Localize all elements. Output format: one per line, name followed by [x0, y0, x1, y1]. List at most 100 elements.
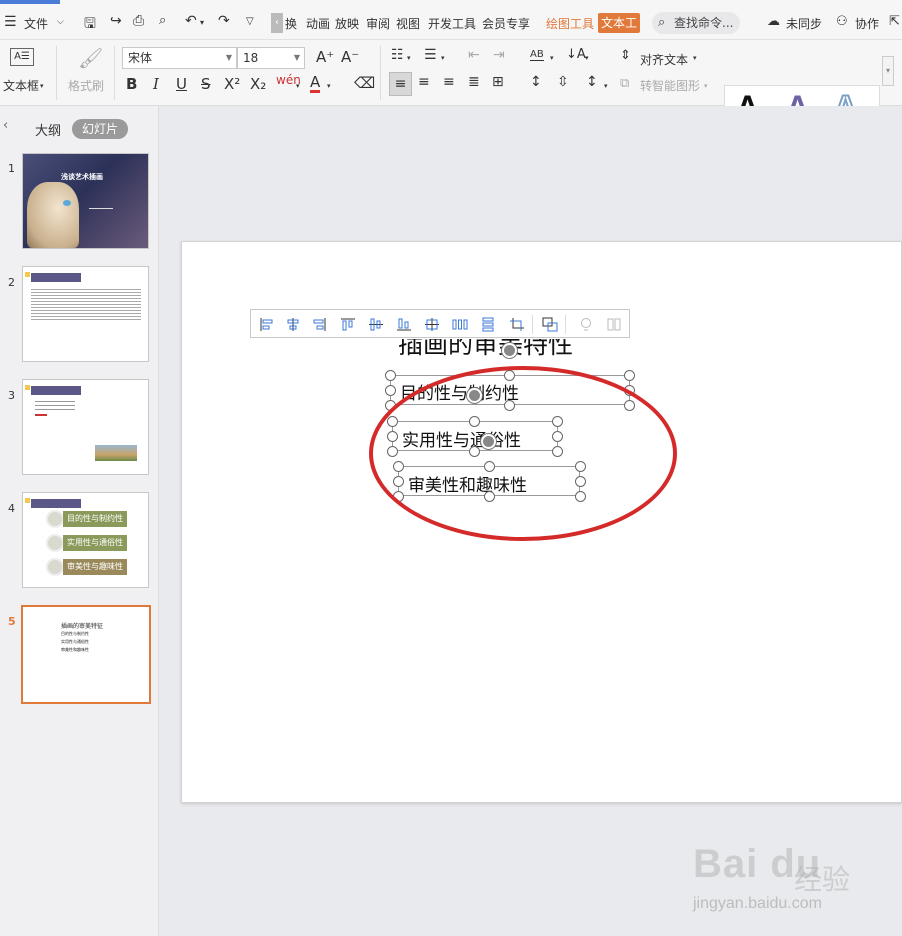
spacing-options-icon[interactable]: ↕: [586, 74, 598, 90]
scroll-left-icon[interactable]: ‹: [271, 13, 283, 33]
font-name-select[interactable]: 宋体 ▼: [122, 47, 237, 69]
resize-handle[interactable]: [624, 370, 635, 381]
tab-member[interactable]: 会员专享: [482, 15, 530, 32]
distribute-vertical-icon[interactable]: [480, 317, 496, 332]
slide-thumbnail-1[interactable]: 浅谈艺术插画: [22, 153, 149, 249]
print-preview-icon[interactable]: ⌕: [159, 13, 166, 28]
font-color-dropdown-icon[interactable]: ▾: [327, 82, 331, 90]
cloud-icon[interactable]: ☁: [767, 14, 780, 29]
tab-outline[interactable]: 大纲: [35, 120, 61, 139]
collab-button[interactable]: 协作: [855, 15, 879, 32]
bullet-list-icon[interactable]: ☷: [391, 47, 404, 63]
sort-icon[interactable]: ↓A: [566, 47, 586, 62]
style-gallery-scroll[interactable]: ▾: [882, 56, 894, 86]
undo-dropdown-icon[interactable]: ▾: [200, 18, 204, 27]
brush-icon[interactable]: 🖌: [78, 46, 103, 70]
collapse-panel-icon[interactable]: ‹: [3, 118, 8, 133]
distribute-button[interactable]: ⊞: [492, 74, 504, 90]
chevron-down-icon[interactable]: ⌵: [57, 17, 64, 27]
save-icon[interactable]: 🖫: [84, 13, 96, 37]
share-icon[interactable]: ↪: [110, 13, 122, 29]
justify-button[interactable]: ≣: [468, 74, 480, 90]
align-center-both-icon[interactable]: [424, 317, 440, 332]
menu-file[interactable]: 文件: [24, 15, 48, 32]
print-icon[interactable]: ⎙: [133, 13, 144, 29]
align-left-button[interactable]: ≡: [389, 72, 412, 96]
subscript-icon[interactable]: X₂: [250, 75, 266, 93]
tab-view[interactable]: 视图: [396, 15, 420, 32]
command-search[interactable]: ⌕ 查找命令...: [652, 12, 740, 34]
tab-slides[interactable]: 幻灯片: [72, 119, 128, 139]
align-bottom-icon[interactable]: [396, 317, 412, 332]
crop-icon[interactable]: [509, 317, 525, 332]
align-right-button[interactable]: ≡: [443, 74, 455, 90]
textbox-button[interactable]: 文本框: [3, 77, 39, 94]
slide-thumbnail-3[interactable]: [22, 379, 149, 475]
shrink-font-icon[interactable]: A⁻: [341, 48, 359, 66]
spacing-dropdown-icon[interactable]: ▾: [604, 82, 608, 90]
align-top-icon[interactable]: [340, 317, 356, 332]
tab-developer[interactable]: 开发工具: [428, 15, 476, 32]
split-icon[interactable]: [606, 317, 622, 332]
align-center-h-icon[interactable]: [285, 317, 301, 332]
align-right-icon[interactable]: [311, 317, 327, 332]
rotate-handle-icon[interactable]: [502, 343, 517, 358]
textbox-dropdown-icon[interactable]: ▾: [40, 82, 44, 90]
distribute-horizontal-icon[interactable]: [452, 317, 468, 332]
align-text-button[interactable]: 对齐文本: [640, 51, 688, 68]
paragraph-spacing-icon[interactable]: ⇳: [557, 74, 569, 90]
numbered-dropdown-icon[interactable]: ▾: [441, 54, 445, 62]
tab-transition[interactable]: 换: [285, 15, 297, 32]
slide-thumbnail-4[interactable]: 目的性与制约性 实用性与通俗性 审美性与趣味性: [22, 492, 149, 588]
pinyin-dropdown-icon[interactable]: ▾: [296, 82, 300, 90]
font-size-select[interactable]: 18 ▼: [237, 47, 305, 69]
resize-handle[interactable]: [385, 370, 396, 381]
resize-handle[interactable]: [385, 385, 396, 396]
align-text-dropdown-icon[interactable]: ▾: [693, 54, 697, 62]
hamburger-menu-icon[interactable]: ☰: [4, 14, 17, 30]
align-left-icon[interactable]: [259, 317, 275, 332]
tab-animation[interactable]: 动画: [306, 15, 330, 32]
collab-user-icon[interactable]: ⚇: [836, 14, 848, 29]
group-icon[interactable]: [542, 317, 558, 332]
tab-drawing-tools[interactable]: 绘图工具: [546, 15, 594, 32]
slide-thumbnail-5[interactable]: 插画的审美特征 目的性与制约性 实用性与通俗性 审美性和趣味性: [21, 605, 151, 704]
smart-shape-icon[interactable]: ⧉: [620, 76, 629, 91]
font-color-icon[interactable]: A: [310, 74, 321, 93]
decrease-indent-icon[interactable]: ⇤: [468, 47, 480, 63]
sort-dropdown-icon[interactable]: ▾: [585, 54, 589, 62]
bold-button[interactable]: B: [126, 75, 137, 93]
more-icon[interactable]: ▽: [246, 16, 254, 27]
text-direction-icon[interactable]: AB: [530, 49, 544, 61]
superscript-icon[interactable]: X²: [224, 75, 240, 93]
clear-format-icon[interactable]: ⌫: [354, 74, 375, 92]
numbered-list-icon[interactable]: ☰: [424, 47, 437, 63]
slide-thumbnail-2[interactable]: [22, 266, 149, 362]
italic-button[interactable]: I: [153, 75, 159, 93]
tab-review[interactable]: 审阅: [366, 15, 390, 32]
text-direction-dropdown-icon[interactable]: ▾: [550, 54, 554, 62]
increase-indent-icon[interactable]: ⇥: [493, 47, 505, 63]
underline-button[interactable]: U: [176, 75, 187, 93]
strikethrough-button[interactable]: S: [201, 75, 211, 93]
grow-font-icon[interactable]: A⁺: [316, 48, 334, 66]
align-center-button[interactable]: ≡: [418, 74, 430, 90]
bullet-dropdown-icon[interactable]: ▾: [407, 54, 411, 62]
line-spacing-icon[interactable]: ↕: [530, 74, 542, 90]
align-text-icon[interactable]: ⇕: [620, 48, 631, 63]
redo-icon[interactable]: ↷: [218, 13, 230, 29]
font-size-value: 18: [243, 51, 259, 65]
smart-shape-dropdown-icon[interactable]: ▾: [704, 82, 708, 90]
undo-icon[interactable]: ↶: [185, 13, 197, 29]
textbox-icon[interactable]: A☰: [10, 48, 34, 66]
thumb-1-subtitle-line: [89, 208, 113, 209]
thumb-2-accent: [25, 272, 30, 277]
lightbulb-icon[interactable]: [578, 317, 594, 332]
sync-status[interactable]: 未同步: [786, 15, 822, 32]
format-painter-button[interactable]: 格式刷: [68, 77, 104, 94]
tab-slideshow[interactable]: 放映: [335, 15, 359, 32]
share-out-icon[interactable]: ⇱: [889, 14, 900, 29]
smart-shape-button[interactable]: 转智能图形: [640, 77, 700, 94]
align-middle-v-icon[interactable]: [368, 317, 384, 332]
tab-text-tools[interactable]: 文本工: [598, 13, 640, 33]
